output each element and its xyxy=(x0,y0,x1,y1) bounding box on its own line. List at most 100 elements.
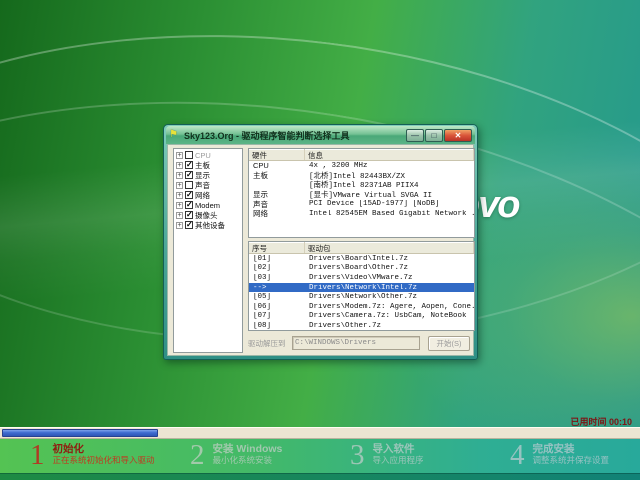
driver-table-header: 序号 驱动包 xyxy=(249,242,474,254)
hardware-info-table: 硬件 信息 CPU4x , 3200 MHz主板[北桥]Intel 82443B… xyxy=(248,148,475,238)
driver-package-cell: Drivers\Other.7z xyxy=(305,322,474,330)
driver-index-cell: [05] xyxy=(249,293,305,301)
step-subtitle: 调整系统并保存设置 xyxy=(533,455,610,466)
window-title: Sky123.Org - 驱动程序智能判断选择工具 xyxy=(184,129,402,142)
driver-package-table: 序号 驱动包 [01]Drivers\Board\Intel.7z[02]Dri… xyxy=(248,241,475,331)
hardware-row[interactable]: 网络Intel 82545EM Based Gigabit Network ..… xyxy=(249,209,474,219)
driver-index-cell: [06] xyxy=(249,303,305,311)
install-step-3: 3 导入软件导入应用程序 xyxy=(350,440,424,470)
bottom-accent-strip xyxy=(0,473,640,480)
step-title: 完成安装 xyxy=(533,443,610,455)
tree-item-CPU[interactable]: CPU xyxy=(174,150,242,160)
maximize-button[interactable]: □ xyxy=(425,129,443,142)
extract-path-row: 驱动解压到 开始(S) xyxy=(248,335,475,351)
driver-package-cell: Drivers\Network\Intel.7z xyxy=(305,284,474,292)
install-step-4: 4 完成安装调整系统并保存设置 xyxy=(510,440,609,470)
step-texts: 安装 Windows最小化系统安装 xyxy=(213,440,283,466)
hardware-info-cell: 4x , 3200 MHz xyxy=(305,162,474,170)
expand-icon[interactable] xyxy=(176,152,183,159)
tree-item-网络[interactable]: 网络 xyxy=(174,190,242,200)
tree-item-Modem[interactable]: Modem xyxy=(174,200,242,210)
driver-index-cell: [02] xyxy=(249,264,305,272)
extract-path-input[interactable] xyxy=(292,336,420,350)
elapsed-time-value: 00:10 xyxy=(609,417,632,427)
driver-package-cell: Drivers\Video\VMware.7z xyxy=(305,274,474,282)
step-subtitle: 导入应用程序 xyxy=(373,455,424,466)
step-number: 1 xyxy=(30,440,45,470)
hardware-info-cell: PCI Device [15AD-1977] [NoDB] xyxy=(305,200,474,208)
tree-item-label: Modem xyxy=(195,201,220,210)
step-texts: 初始化正在系统初始化和导入驱动 xyxy=(53,440,155,466)
install-step-1: 1 初始化正在系统初始化和导入驱动 xyxy=(30,440,155,470)
elapsed-time-label: 已用时间 xyxy=(570,417,606,427)
column-header-info: 信息 xyxy=(305,149,474,160)
device-checkbox[interactable] xyxy=(185,171,193,179)
driver-row[interactable]: [01]Drivers\Board\Intel.7z xyxy=(249,254,474,264)
hardware-info-cell: [显卡]VMware Virtual SVGA II xyxy=(305,189,474,200)
device-checkbox[interactable] xyxy=(185,151,193,159)
device-tree: CPU主板显示声音网络Modem摄像头其他设备 xyxy=(173,148,243,353)
device-checkbox[interactable] xyxy=(185,221,193,229)
install-steps-bar: 1 初始化正在系统初始化和导入驱动 2安装 Windows最小化系统安装 3 导入软件导… xyxy=(0,439,640,473)
driver-package-cell: Drivers\Modem.7z: Agere, Aopen, Cone... xyxy=(305,303,474,311)
tree-item-label: CPU xyxy=(195,151,211,160)
step-subtitle: 最小化系统安装 xyxy=(213,455,283,466)
device-checkbox[interactable] xyxy=(185,211,193,219)
hardware-name-cell: 网络 xyxy=(249,208,305,219)
expand-icon[interactable] xyxy=(176,162,183,169)
device-checkbox[interactable] xyxy=(185,181,193,189)
driver-package-cell: Drivers\Camera.7z: UsbCam, NoteBook xyxy=(305,312,474,320)
install-progress-bar xyxy=(0,427,640,439)
install-progress-fill xyxy=(2,429,158,437)
tree-item-声音[interactable]: 声音 xyxy=(174,180,242,190)
driver-index-cell: --> xyxy=(249,284,305,292)
expand-icon[interactable] xyxy=(176,202,183,209)
driver-package-cell: Drivers\Board\Intel.7z xyxy=(305,255,474,263)
install-step-2: 2安装 Windows最小化系统安装 xyxy=(190,440,282,470)
driver-package-cell: Drivers\Board\Other.7z xyxy=(305,264,474,272)
driver-index-cell: [01] xyxy=(249,255,305,263)
driver-row[interactable]: [06]Drivers\Modem.7z: Agere, Aopen, Cone… xyxy=(249,302,474,312)
driver-row[interactable]: [08]Drivers\Other.7z xyxy=(249,321,474,331)
driver-tool-window: ⚑ Sky123.Org - 驱动程序智能判断选择工具 — □ ✕ CPU主板显… xyxy=(163,124,478,360)
window-titlebar[interactable]: ⚑ Sky123.Org - 驱动程序智能判断选择工具 — □ ✕ xyxy=(166,126,475,144)
extract-path-label: 驱动解压到 xyxy=(248,338,292,349)
tree-item-主板[interactable]: 主板 xyxy=(174,160,242,170)
tree-item-摄像头[interactable]: 摄像头 xyxy=(174,210,242,220)
start-button[interactable]: 开始(S) xyxy=(428,336,470,351)
step-subtitle: 正在系统初始化和导入驱动 xyxy=(53,455,155,466)
hardware-info-cell: Intel 82545EM Based Gigabit Network ... xyxy=(305,210,474,218)
close-button[interactable]: ✕ xyxy=(444,129,472,142)
device-checkbox[interactable] xyxy=(185,191,193,199)
tree-item-其他设备[interactable]: 其他设备 xyxy=(174,220,242,230)
expand-icon[interactable] xyxy=(176,222,183,229)
hardware-name-cell: 主板 xyxy=(249,170,305,181)
expand-icon[interactable] xyxy=(176,212,183,219)
tree-item-显示[interactable]: 显示 xyxy=(174,170,242,180)
window-controls: — □ ✕ xyxy=(406,129,472,142)
driver-row[interactable]: [02]Drivers\Board\Other.7z xyxy=(249,264,474,274)
expand-icon[interactable] xyxy=(176,192,183,199)
step-title: 安装 Windows xyxy=(213,443,283,455)
tree-item-label: 其他设备 xyxy=(195,220,225,231)
expand-icon[interactable] xyxy=(176,172,183,179)
expand-icon[interactable] xyxy=(176,182,183,189)
driver-row[interactable]: -->Drivers\Network\Intel.7z xyxy=(249,283,474,293)
device-checkbox[interactable] xyxy=(185,161,193,169)
hardware-table-header: 硬件 信息 xyxy=(249,149,474,161)
driver-index-cell: [03] xyxy=(249,274,305,282)
step-title: 导入软件 xyxy=(373,443,424,455)
minimize-button[interactable]: — xyxy=(406,129,424,142)
driver-package-cell: Drivers\Network\Other.7z xyxy=(305,293,474,301)
desktop: lenovo ⚑ Sky123.Org - 驱动程序智能判断选择工具 — □ ✕… xyxy=(0,0,640,480)
step-texts: 导入软件导入应用程序 xyxy=(373,440,424,466)
driver-row[interactable]: [05]Drivers\Network\Other.7z xyxy=(249,292,474,302)
driver-row[interactable]: [07]Drivers\Camera.7z: UsbCam, NoteBook xyxy=(249,312,474,322)
driver-index-cell: [08] xyxy=(249,322,305,330)
tree-item-label: 网络 xyxy=(195,190,210,201)
driver-row[interactable]: [03]Drivers\Video\VMware.7z xyxy=(249,273,474,283)
step-number: 3 xyxy=(350,440,365,470)
device-checkbox[interactable] xyxy=(185,201,193,209)
step-number: 4 xyxy=(510,440,525,470)
column-header-index: 序号 xyxy=(249,242,305,253)
